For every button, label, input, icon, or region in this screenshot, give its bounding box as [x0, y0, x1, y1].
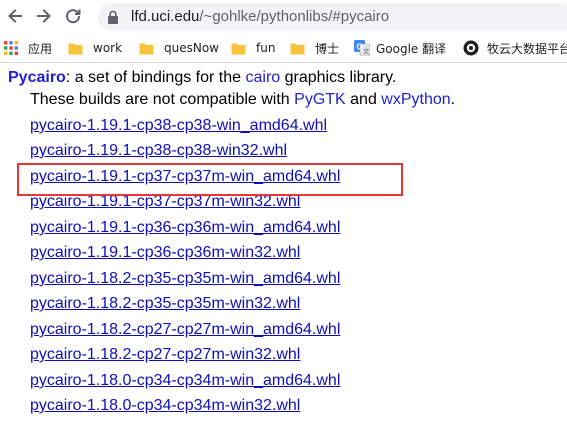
back-button[interactable] [4, 5, 26, 27]
download-link[interactable]: pycairo-1.19.1-cp36-cp36m-win_amd64.whl [30, 219, 340, 241]
bookmark-label: Google 翻译 [376, 41, 447, 56]
intro-text-end: graphics library. [280, 69, 397, 86]
download-link[interactable]: pycairo-1.19.1-cp38-cp38-win_amd64.whl [30, 117, 327, 139]
download-link[interactable]: pycairo-1.19.1-cp38-cp38-win32.whl [30, 142, 287, 164]
bookmark-fun[interactable]: fun [231, 39, 275, 57]
bookmark-label: fun [256, 41, 276, 55]
svg-text:文: 文 [363, 47, 370, 56]
download-link[interactable]: pycairo-1.18.0-cp34-cp34m-win_amd64.whl [30, 372, 340, 394]
download-link[interactable]: pycairo-1.18.2-cp35-cp35m-win32.whl [30, 295, 300, 317]
folder-icon [139, 43, 154, 54]
intro-text: : a set of bindings for the [65, 69, 246, 86]
folder-icon [290, 43, 305, 54]
download-link[interactable]: pycairo-1.19.1-cp37-cp37m-win_amd64.whl [30, 168, 340, 190]
pygtk-link[interactable]: PyGTK [294, 91, 346, 108]
package-name-link[interactable]: Pycairo [8, 69, 66, 86]
download-link[interactable]: pycairo-1.18.2-cp27-cp27m-win32.whl [30, 346, 300, 368]
bookmark-quesnow[interactable]: quesNow [139, 39, 219, 57]
bookmark-boshi[interactable]: 博士 [290, 39, 339, 57]
reload-icon [66, 9, 81, 24]
folder-icon [231, 43, 246, 54]
download-link[interactable]: pycairo-1.18.2-cp35-cp35m-win_amd64.whl [30, 270, 340, 292]
apps-grid-icon [4, 41, 18, 55]
download-link[interactable]: pycairo-1.18.2-cp27-cp27m-win_amd64.whl [30, 321, 340, 343]
bookmark-google-translate[interactable]: G 文 Google 翻译 [354, 39, 446, 57]
url-host: lfd.uci.edu [131, 8, 200, 25]
url-text[interactable]: lfd.uci.edu/~gohlke/pythonlibs/#pycairo [131, 8, 389, 25]
compatibility-note: These builds are not compatible with PyG… [30, 91, 455, 109]
cairo-link[interactable]: cairo [245, 69, 280, 86]
url-path: /~gohlke/pythonlibs/#pycairo [199, 8, 390, 25]
forward-button[interactable] [33, 5, 55, 27]
download-link[interactable]: pycairo-1.19.1-cp37-cp37m-win32.whl [30, 193, 300, 215]
bookmark-label: 博士 [315, 41, 340, 56]
compat-text-end: . [450, 91, 456, 108]
reload-button[interactable] [62, 5, 84, 27]
package-heading: Pycairo: a set of bindings for the cairo… [8, 69, 396, 87]
browser-toolbar: lfd.uci.edu/~gohlke/pythonlibs/#pycairo [0, 0, 567, 33]
page-content: Pycairo: a set of bindings for the cairo… [0, 64, 567, 426]
bookmark-work[interactable]: work [68, 39, 122, 57]
compat-text-and: and [345, 91, 382, 108]
download-link[interactable]: pycairo-1.18.0-cp34-cp34m-win32.whl [30, 397, 300, 419]
address-bar[interactable]: lfd.uci.edu/~gohlke/pythonlibs/#pycairo [98, 3, 567, 31]
bookmark-muyun[interactable]: 牧云大数据平台 [463, 39, 567, 57]
bookmark-label: work [93, 41, 123, 55]
wxpython-link[interactable]: wxPython [381, 91, 450, 108]
download-link[interactable]: pycairo-1.19.1-cp36-cp36m-win32.whl [30, 244, 300, 266]
bookmark-label: 应用 [28, 41, 53, 56]
bookmark-label: quesNow [164, 41, 219, 55]
folder-icon [68, 43, 83, 54]
bookmark-apps[interactable]: 应用 [4, 39, 52, 57]
compat-text: These builds are not compatible with [30, 91, 295, 108]
arrow-right-icon [37, 9, 51, 23]
cloud-platform-icon [463, 40, 479, 56]
lock-icon[interactable] [107, 10, 119, 24]
bookmarks-bar: 应用 work quesNow fun 博士 G 文 Google 翻译 牧云大… [0, 33, 567, 63]
google-translate-icon: G 文 [354, 40, 370, 56]
bookmark-label: 牧云大数据平台 [487, 41, 567, 56]
arrow-left-icon [8, 9, 22, 23]
